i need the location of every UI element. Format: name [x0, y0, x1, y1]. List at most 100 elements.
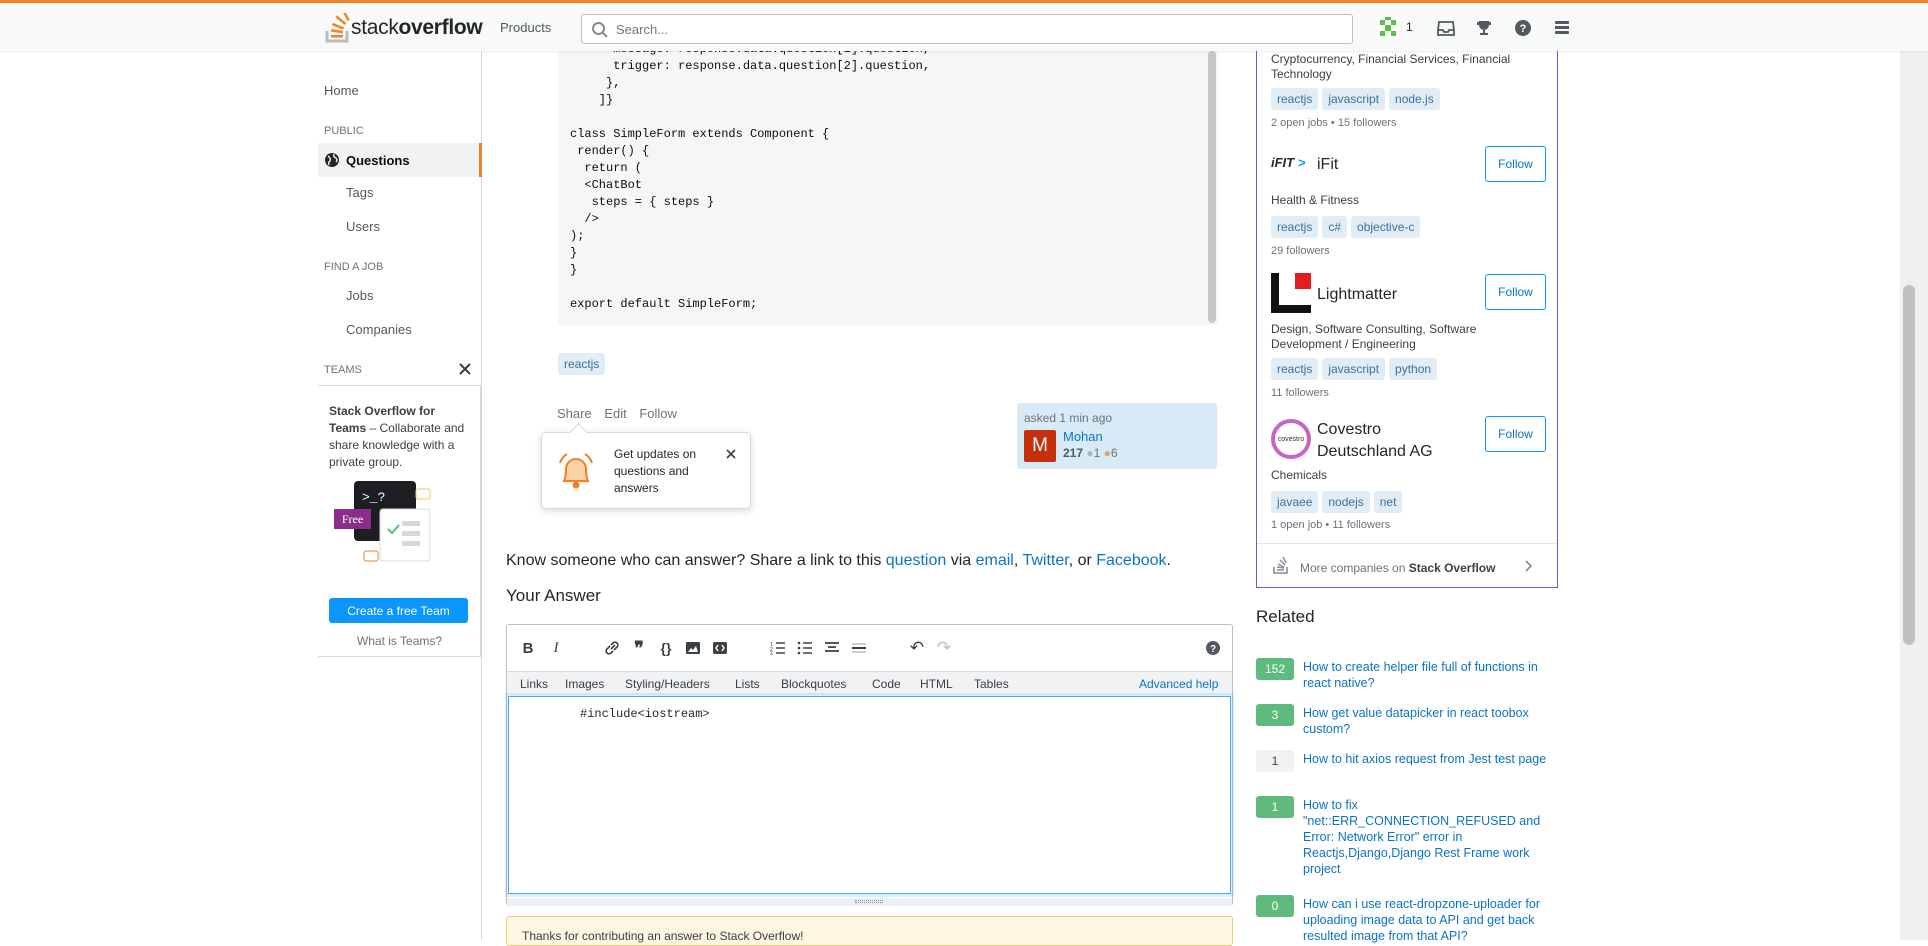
bulleted-list-icon[interactable]: [796, 639, 814, 657]
company-name[interactable]: Covestro Deutschland AG: [1317, 419, 1467, 463]
help-tab-lists[interactable]: Lists: [735, 677, 760, 691]
tag-csharp[interactable]: c#: [1322, 216, 1348, 238]
facebook-share-link[interactable]: Facebook: [1096, 552, 1166, 569]
follow-link[interactable]: Follow: [639, 406, 677, 421]
lightmatter-logo[interactable]: [1271, 273, 1311, 313]
stack-logo-icon: [1273, 556, 1288, 574]
page-scrollbar[interactable]: [1900, 0, 1928, 940]
image-icon[interactable]: [684, 639, 702, 657]
follow-button[interactable]: Follow: [1485, 274, 1546, 310]
related-question-link[interactable]: How to fix "net::ERR_CONNECTION_REFUSED …: [1303, 797, 1558, 877]
resize-grip[interactable]: [507, 898, 1232, 906]
related-question-link[interactable]: How to create helper file full of functi…: [1303, 659, 1558, 691]
email-share-link[interactable]: email: [976, 552, 1014, 569]
nav-jobs[interactable]: Jobs: [346, 288, 373, 303]
numbered-list-icon[interactable]: 123: [769, 639, 787, 657]
heading-icon[interactable]: [823, 639, 841, 657]
related-question-link[interactable]: How to hit axios request from Jest test …: [1303, 751, 1558, 767]
nav-companies[interactable]: Companies: [346, 322, 412, 337]
code-line: export default SimpleForm;: [570, 297, 758, 311]
help-tab-code[interactable]: Code: [872, 677, 901, 691]
nav-home[interactable]: Home: [324, 83, 359, 98]
horizontal-rule-icon[interactable]: [850, 639, 868, 657]
blockquote-icon[interactable]: ❞: [630, 638, 648, 658]
products-menu[interactable]: Products: [500, 20, 551, 35]
company-industry: Chemicals: [1271, 468, 1328, 482]
editor-help-tabs: Links Images Styling/Headers Lists Block…: [507, 671, 1232, 695]
edit-link[interactable]: Edit: [604, 406, 626, 421]
tag-javascript[interactable]: javascript: [1322, 88, 1386, 110]
nav-tags[interactable]: Tags: [346, 185, 373, 200]
search-box[interactable]: [581, 14, 1353, 44]
popup-text: Get updates on questions and answers: [614, 447, 697, 495]
tag-objective-c[interactable]: objective-c: [1351, 216, 1421, 238]
tag-net[interactable]: net: [1373, 491, 1403, 513]
asked-time: asked 1 min ago: [1024, 411, 1113, 425]
related-question-link[interactable]: How can i use react-dropzone-uploader fo…: [1303, 896, 1558, 944]
tag-javaee[interactable]: javaee: [1271, 491, 1319, 513]
nav-questions[interactable]: Questions: [318, 143, 482, 177]
author-name[interactable]: Mohan: [1063, 429, 1103, 444]
advanced-help-link[interactable]: Advanced help: [1139, 677, 1218, 691]
site-switcher-button[interactable]: [1550, 16, 1574, 40]
tag-python[interactable]: python: [1389, 358, 1438, 380]
tag-reactjs[interactable]: reactjs: [1271, 216, 1319, 238]
what-is-teams-link[interactable]: What is Teams?: [318, 634, 481, 648]
achievements-button[interactable]: [1472, 16, 1496, 40]
teams-promo: Stack Overflow for Teams – Collaborate a…: [318, 385, 481, 657]
code-scrollbar[interactable]: [1208, 51, 1216, 323]
company-tags: reactjs javascript python: [1271, 358, 1441, 380]
company-tags: reactjs c# objective-c: [1271, 216, 1424, 238]
help-tab-blockquotes[interactable]: Blockquotes: [781, 677, 846, 691]
help-tab-html[interactable]: HTML: [920, 677, 953, 691]
ifit-logo[interactable]: iFIT >: [1271, 155, 1305, 170]
snippet-icon[interactable]: [711, 639, 729, 657]
redo-icon[interactable]: ↷: [935, 638, 953, 657]
share-link[interactable]: Share: [557, 406, 592, 421]
nav-users[interactable]: Users: [346, 219, 380, 234]
company-industry: Health & Fitness: [1271, 193, 1360, 207]
italic-icon[interactable]: I: [547, 639, 565, 657]
code-line: <ChatBot: [570, 178, 643, 192]
follow-button[interactable]: Follow: [1485, 146, 1546, 182]
help-tab-styling[interactable]: Styling/Headers: [625, 677, 710, 691]
help-tab-links[interactable]: Links: [520, 677, 548, 691]
scroll-thumb[interactable]: [1903, 285, 1915, 645]
svg-text:>_?: >_?: [362, 490, 385, 505]
close-icon[interactable]: [459, 363, 471, 375]
related-question-link[interactable]: How get value datapicker in react toobox…: [1303, 705, 1558, 737]
tag-reactjs[interactable]: reactjs: [1271, 358, 1319, 380]
help-button[interactable]: ?: [1511, 16, 1535, 40]
link-icon[interactable]: [603, 639, 621, 657]
company-name[interactable]: Lightmatter: [1317, 286, 1397, 304]
tag-nodejs[interactable]: node.js: [1389, 88, 1440, 110]
undo-icon[interactable]: ↶: [908, 638, 926, 657]
question-share-link[interactable]: question: [886, 552, 947, 569]
twitter-share-link[interactable]: Twitter: [1022, 552, 1068, 569]
follow-button[interactable]: Follow: [1485, 416, 1546, 452]
code-text: message: response.data.question[1].quest…: [570, 41, 930, 313]
help-tab-tables[interactable]: Tables: [974, 677, 1009, 691]
code-icon[interactable]: {}: [657, 639, 675, 657]
related-score: 152: [1256, 658, 1294, 680]
company-name[interactable]: iFit: [1317, 156, 1338, 174]
tag-reactjs[interactable]: reactjs: [558, 353, 606, 375]
help-icon[interactable]: ?: [1204, 639, 1222, 657]
close-icon[interactable]: [726, 449, 736, 459]
answer-textarea[interactable]: #include<iostream>: [508, 696, 1231, 894]
tag-nodejs[interactable]: nodejs: [1322, 491, 1370, 513]
create-team-button[interactable]: Create a free Team: [329, 598, 468, 623]
tag-javascript[interactable]: javascript: [1322, 358, 1386, 380]
avatar[interactable]: [1376, 16, 1400, 40]
covestro-logo[interactable]: covestro: [1271, 419, 1311, 459]
related-score: 3: [1256, 704, 1294, 726]
bold-icon[interactable]: B: [519, 639, 537, 657]
inbox-button[interactable]: [1434, 16, 1458, 40]
more-companies-link[interactable]: More companies on Stack Overflow: [1257, 543, 1557, 587]
tag-reactjs[interactable]: reactjs: [1271, 88, 1319, 110]
avatar[interactable]: M: [1024, 430, 1056, 462]
reputation-count: 1: [1406, 20, 1413, 34]
help-tab-images[interactable]: Images: [565, 677, 604, 691]
search-input[interactable]: [614, 21, 1314, 38]
stackoverflow-logo[interactable]: stackoverflow: [325, 12, 483, 44]
